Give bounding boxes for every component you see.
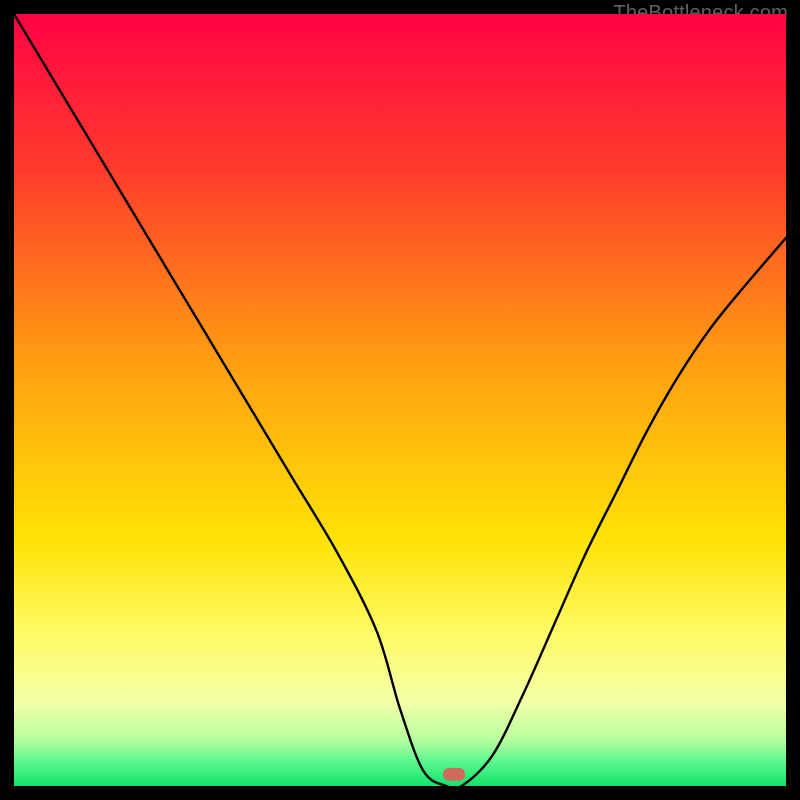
plot-area <box>14 14 786 786</box>
chart-svg <box>14 14 786 786</box>
gradient-background <box>14 14 786 786</box>
chart-frame: TheBottleneck.com <box>0 0 800 800</box>
optimal-marker <box>443 768 465 781</box>
